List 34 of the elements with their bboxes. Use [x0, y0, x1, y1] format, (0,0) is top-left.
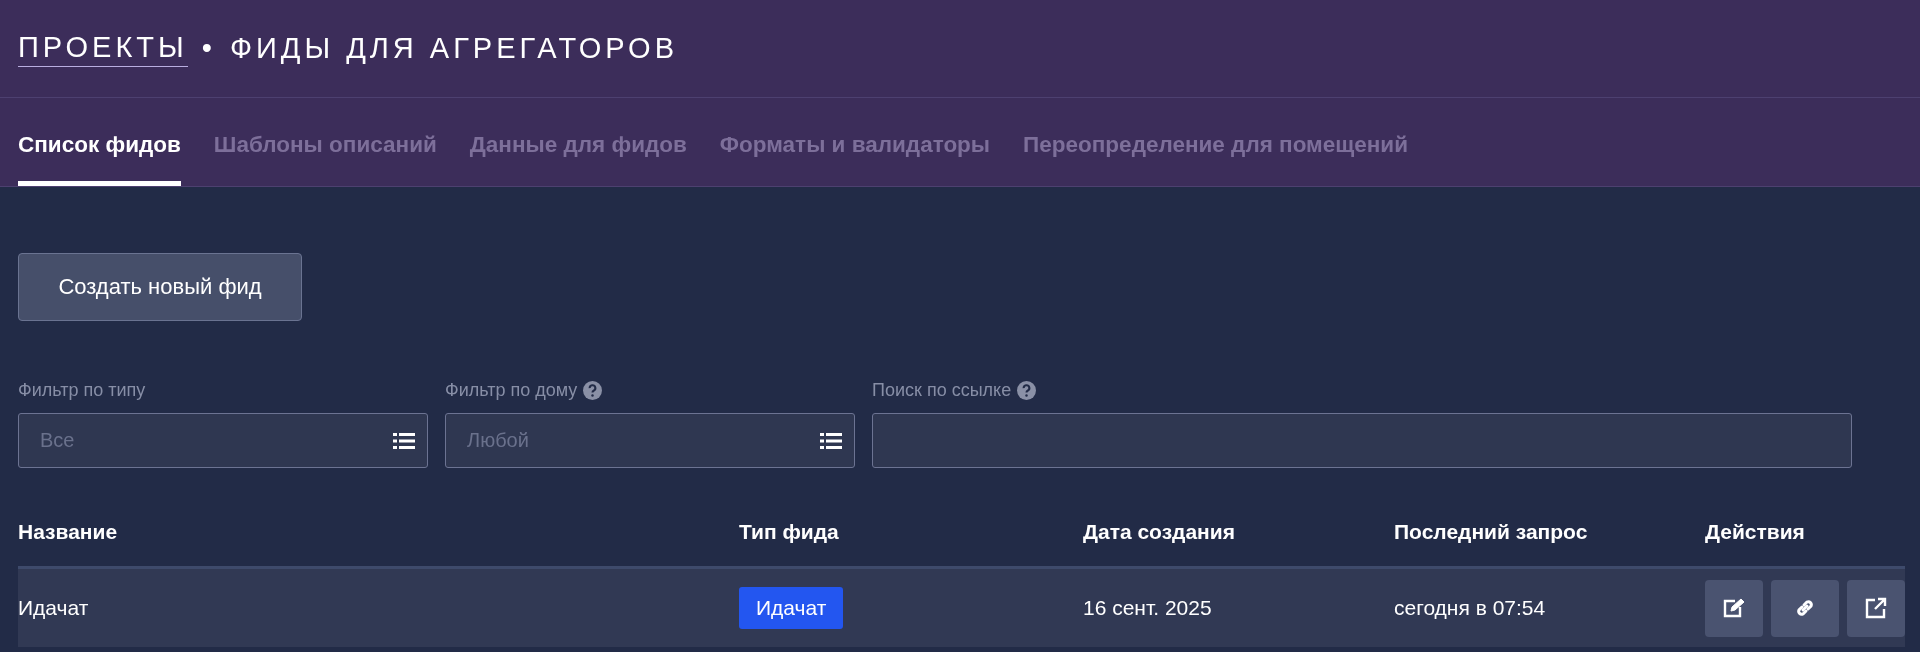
tab[interactable]: Форматы и валидаторы: [719, 132, 991, 186]
tab[interactable]: Переопределение для помещений: [1023, 132, 1409, 186]
tab[interactable]: Шаблоны описаний: [213, 132, 437, 186]
link-icon: [1794, 597, 1816, 619]
table-cell: 16 сент. 2025: [1083, 596, 1212, 619]
external-link-icon: [1865, 597, 1887, 619]
create-feed-button[interactable]: Создать новый фид: [18, 253, 302, 321]
column-header: Последний запрос: [1394, 520, 1589, 544]
table-cell: сегодня в 07:54: [1394, 596, 1546, 619]
tab[interactable]: Данные для фидов: [469, 132, 687, 186]
select-field[interactable]: Все: [18, 413, 428, 468]
help-icon: [583, 380, 603, 400]
input-field[interactable]: [872, 413, 1852, 468]
field-label: Фильтр по дому: [445, 379, 578, 401]
column-header: Дата создания: [1083, 520, 1236, 544]
type-badge: Идачат: [739, 587, 844, 629]
edit-button[interactable]: [1705, 579, 1763, 637]
select-field[interactable]: Любой: [445, 413, 855, 468]
page-title: ФИДЫ ДЛЯ АГРЕГАТОРОВ: [229, 32, 678, 65]
breadcrumb-separator: •: [201, 32, 216, 65]
link-button[interactable]: [1771, 579, 1839, 637]
column-header: Название: [18, 520, 119, 544]
list-icon: [820, 431, 842, 450]
external-button[interactable]: [1847, 579, 1905, 637]
list-icon: [393, 431, 415, 450]
help-icon: [1017, 380, 1037, 400]
table-cell: Идачат: [18, 596, 89, 619]
column-header: Тип фида: [739, 520, 840, 544]
field-label: Поиск по ссылке: [872, 379, 1012, 401]
breadcrumb-link[interactable]: ПРОЕКТЫ: [18, 30, 188, 67]
tab[interactable]: Список фидов: [18, 132, 181, 186]
column-header: Действия: [1705, 520, 1806, 544]
field-label: Фильтр по типу: [18, 379, 146, 401]
edit-icon: [1723, 598, 1745, 618]
